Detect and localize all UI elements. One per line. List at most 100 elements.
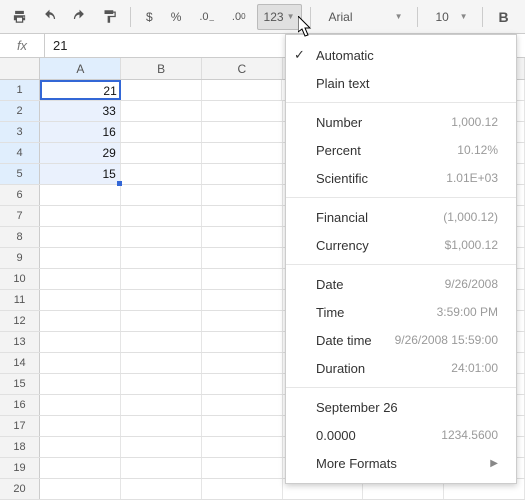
- row-header[interactable]: 1: [0, 80, 40, 100]
- menu-item-custom-number[interactable]: 0.00001234.5600: [286, 421, 516, 449]
- cell[interactable]: [202, 122, 283, 142]
- cell[interactable]: [202, 80, 283, 100]
- cell[interactable]: [121, 206, 202, 226]
- column-header-A[interactable]: A: [40, 58, 121, 79]
- menu-item-custom-date[interactable]: September 26: [286, 393, 516, 421]
- percent-button[interactable]: %: [164, 4, 189, 30]
- row-header[interactable]: 13: [0, 332, 40, 352]
- cell[interactable]: [202, 458, 283, 478]
- cell[interactable]: [121, 80, 202, 100]
- cell[interactable]: [40, 353, 121, 373]
- cell[interactable]: [121, 374, 202, 394]
- row-header[interactable]: 17: [0, 416, 40, 436]
- row-header[interactable]: 2: [0, 101, 40, 121]
- cell[interactable]: [121, 353, 202, 373]
- cell[interactable]: [40, 479, 121, 499]
- cell[interactable]: [40, 206, 121, 226]
- cell[interactable]: 15: [40, 164, 121, 184]
- row-header[interactable]: 15: [0, 374, 40, 394]
- print-button[interactable]: [6, 4, 32, 30]
- cell[interactable]: [121, 395, 202, 415]
- cell[interactable]: [121, 164, 202, 184]
- row-header[interactable]: 20: [0, 479, 40, 499]
- menu-item-time[interactable]: Time3:59:00 PM: [286, 298, 516, 326]
- menu-item-datetime[interactable]: Date time9/26/2008 15:59:00: [286, 326, 516, 354]
- row-header[interactable]: 3: [0, 122, 40, 142]
- cell[interactable]: [40, 458, 121, 478]
- cell[interactable]: [202, 311, 283, 331]
- redo-button[interactable]: [66, 4, 92, 30]
- cell[interactable]: [121, 122, 202, 142]
- cell[interactable]: [202, 332, 283, 352]
- cell[interactable]: [121, 332, 202, 352]
- cell[interactable]: [202, 416, 283, 436]
- cell[interactable]: [121, 248, 202, 268]
- cell[interactable]: [40, 227, 121, 247]
- cell[interactable]: [40, 269, 121, 289]
- cell[interactable]: [202, 437, 283, 457]
- menu-item-plain-text[interactable]: Plain text: [286, 69, 516, 97]
- bold-button[interactable]: B: [491, 4, 517, 30]
- cell[interactable]: [202, 269, 283, 289]
- decrease-decimal-button[interactable]: .0 _: [192, 4, 221, 30]
- column-header-C[interactable]: C: [202, 58, 283, 79]
- row-header[interactable]: 11: [0, 290, 40, 310]
- select-all-corner[interactable]: [0, 58, 40, 79]
- more-formats-button[interactable]: 123 ▼: [257, 4, 302, 30]
- cell[interactable]: [40, 290, 121, 310]
- cell[interactable]: [121, 101, 202, 121]
- menu-item-more-formats[interactable]: More Formats▶: [286, 449, 516, 477]
- row-header[interactable]: 7: [0, 206, 40, 226]
- menu-item-currency[interactable]: Currency$1,000.12: [286, 231, 516, 259]
- row-header[interactable]: 12: [0, 311, 40, 331]
- cell[interactable]: [121, 185, 202, 205]
- cell[interactable]: [202, 206, 283, 226]
- menu-item-automatic[interactable]: ✓Automatic: [286, 41, 516, 69]
- menu-item-financial[interactable]: Financial(1,000.12): [286, 203, 516, 231]
- cell[interactable]: [202, 479, 283, 499]
- font-name-combo[interactable]: Arial ▼: [319, 4, 409, 30]
- cell[interactable]: [40, 437, 121, 457]
- row-header[interactable]: 4: [0, 143, 40, 163]
- menu-item-date[interactable]: Date9/26/2008: [286, 270, 516, 298]
- cell[interactable]: 16: [40, 122, 121, 142]
- paint-format-button[interactable]: [96, 4, 122, 30]
- menu-item-duration[interactable]: Duration24:01:00: [286, 354, 516, 382]
- cell[interactable]: 29: [40, 143, 121, 163]
- menu-item-number[interactable]: Number1,000.12: [286, 108, 516, 136]
- cell[interactable]: [121, 311, 202, 331]
- cell[interactable]: [121, 437, 202, 457]
- cell[interactable]: [40, 374, 121, 394]
- cell[interactable]: [121, 227, 202, 247]
- cell[interactable]: [202, 374, 283, 394]
- cell[interactable]: [202, 227, 283, 247]
- cell[interactable]: [202, 164, 283, 184]
- menu-item-scientific[interactable]: Scientific1.01E+03: [286, 164, 516, 192]
- column-header-B[interactable]: B: [121, 58, 202, 79]
- cell[interactable]: [121, 416, 202, 436]
- cell[interactable]: [121, 479, 202, 499]
- row-header[interactable]: 10: [0, 269, 40, 289]
- cell[interactable]: [121, 458, 202, 478]
- cell[interactable]: 33: [40, 101, 121, 121]
- increase-decimal-button[interactable]: .00: [225, 4, 253, 30]
- cell[interactable]: [202, 101, 283, 121]
- cell[interactable]: [121, 269, 202, 289]
- row-header[interactable]: 8: [0, 227, 40, 247]
- cell[interactable]: [202, 395, 283, 415]
- cell[interactable]: [202, 248, 283, 268]
- menu-item-percent[interactable]: Percent10.12%: [286, 136, 516, 164]
- row-header[interactable]: 16: [0, 395, 40, 415]
- font-size-combo[interactable]: 10 ▼: [426, 4, 474, 30]
- cell[interactable]: 21: [40, 80, 121, 100]
- cell[interactable]: [202, 290, 283, 310]
- row-header[interactable]: 5: [0, 164, 40, 184]
- row-header[interactable]: 19: [0, 458, 40, 478]
- cell[interactable]: [202, 353, 283, 373]
- cell[interactable]: [40, 311, 121, 331]
- cell[interactable]: [40, 395, 121, 415]
- cell[interactable]: [40, 185, 121, 205]
- cell[interactable]: [202, 143, 283, 163]
- cell[interactable]: [202, 185, 283, 205]
- cell[interactable]: [121, 143, 202, 163]
